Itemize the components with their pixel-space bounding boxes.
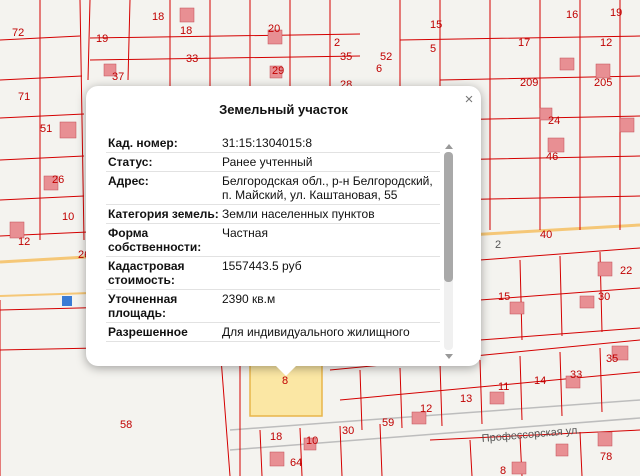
- parcel-number-label: 13: [460, 393, 472, 405]
- parcel-number-label: 18: [180, 25, 192, 37]
- scrollbar-thumb[interactable]: [444, 152, 453, 282]
- attribute-value: Для индивидуального жилищного: [222, 325, 410, 339]
- attribute-row: Кадастровая стоимость: 1557443.5 руб: [106, 257, 440, 290]
- road-number: 2: [495, 239, 501, 251]
- selected-parcel-label: 8: [282, 375, 288, 387]
- parcel-number-label: 5: [430, 43, 436, 55]
- attribute-row: Статус: Ранее учтенный: [106, 153, 440, 172]
- attribute-row: Адрес: Белгородская обл., р-н Белгородски…: [106, 172, 440, 205]
- parcel-number-label: 26: [52, 174, 64, 186]
- parcel-number-label: 14: [534, 375, 546, 387]
- attribute-value: 31:15:1304015:8: [222, 136, 313, 150]
- parcel-number-label: 64: [290, 457, 302, 469]
- parcel-number-label: 30: [342, 425, 354, 437]
- parcel-info-popup: Земельный участок × Кад. номер: 31:15:130…: [86, 86, 481, 376]
- parcel-number-label: 15: [430, 19, 442, 31]
- parcel-number-label: 35: [340, 51, 352, 63]
- attribute-key: Уточненная площадь:: [108, 292, 178, 320]
- attribute-value: 2390 кв.м: [222, 292, 276, 306]
- parcel-number-label: 40: [540, 229, 552, 241]
- parcel-number-label: 10: [306, 435, 318, 447]
- parcel-number-label: 6: [376, 63, 382, 75]
- attribute-row: Категория земель: Земли населенных пункто…: [106, 205, 440, 224]
- attribute-row: Уточненная площадь: 2390 кв.м: [106, 290, 440, 323]
- road-number-sign: [62, 296, 72, 306]
- parcel-number-label: 12: [600, 37, 612, 49]
- parcel-number-label: 72: [12, 27, 24, 39]
- scroll-up-arrow-icon[interactable]: [445, 144, 453, 149]
- attribute-value: Белгородская обл., р-н Белгородский, п. …: [222, 174, 433, 202]
- parcel-number-label: 16: [566, 9, 578, 21]
- attribute-value: Ранее учтенный: [222, 155, 313, 169]
- parcel-number-label: 15: [498, 291, 510, 303]
- parcel-number-label: 71: [18, 91, 30, 103]
- parcel-number-label: 35: [606, 353, 618, 365]
- parcel-number-label: 29: [272, 65, 284, 77]
- attribute-value: Земли населенных пунктов: [222, 207, 375, 221]
- attribute-key: Адрес:: [108, 174, 149, 188]
- parcel-number-label: 18: [270, 431, 282, 443]
- parcel-number-label: 17: [518, 37, 530, 49]
- parcel-number-label: 33: [186, 53, 198, 65]
- attribute-row: Разрешенное Для индивидуального жилищного: [106, 323, 440, 342]
- parcel-number-label: 30: [598, 291, 610, 303]
- parcel-number-label: 37: [112, 71, 124, 83]
- attribute-key: Разрешенное: [108, 325, 188, 339]
- parcel-number-label: 8: [500, 465, 506, 476]
- parcel-number-label: 24: [548, 115, 560, 127]
- parcel-number-label: 2: [334, 37, 340, 49]
- attribute-key: Форма собственности:: [108, 226, 202, 254]
- parcel-number-label: 12: [18, 236, 30, 248]
- attribute-row: Форма собственности: Частная: [106, 224, 440, 257]
- attribute-key: Категория земель:: [108, 207, 219, 221]
- attribute-key: Кад. номер:: [108, 136, 178, 150]
- parcel-number-label: 205: [594, 77, 612, 89]
- popup-title: Земельный участок: [219, 102, 348, 117]
- parcel-number-label: 78: [600, 451, 612, 463]
- parcel-number-label: 58: [120, 419, 132, 431]
- parcel-number-label: 19: [610, 7, 622, 19]
- attribute-table: Кад. номер: 31:15:1304015:8 Статус: Ранее у…: [106, 134, 440, 356]
- parcel-number-label: 52: [380, 51, 392, 63]
- attribute-key: Кадастровая стоимость:: [108, 259, 185, 287]
- attribute-value: Частная: [222, 226, 268, 240]
- parcel-number-label: 10: [62, 211, 74, 223]
- attribute-value: 1557443.5 руб: [222, 259, 302, 273]
- parcel-number-label: 18: [152, 11, 164, 23]
- parcel-number-label: 22: [620, 265, 632, 277]
- parcel-number-label: 209: [520, 77, 538, 89]
- parcel-number-label: 33: [570, 369, 582, 381]
- close-icon[interactable]: ×: [461, 92, 477, 108]
- parcel-number-label: 51: [40, 123, 52, 135]
- parcel-number-label: 46: [546, 151, 558, 163]
- attribute-row: Кад. номер: 31:15:1304015:8: [106, 134, 440, 153]
- parcel-number-label: 11: [498, 381, 509, 393]
- scrollbar[interactable]: [444, 152, 453, 350]
- parcel-number-label: 59: [382, 417, 394, 429]
- parcel-number-label: 20: [268, 23, 280, 35]
- parcel-number-label: 19: [96, 33, 108, 45]
- attribute-key: Статус:: [108, 155, 153, 169]
- parcel-number-label: 12: [420, 403, 432, 415]
- scroll-down-arrow-icon[interactable]: [445, 354, 453, 359]
